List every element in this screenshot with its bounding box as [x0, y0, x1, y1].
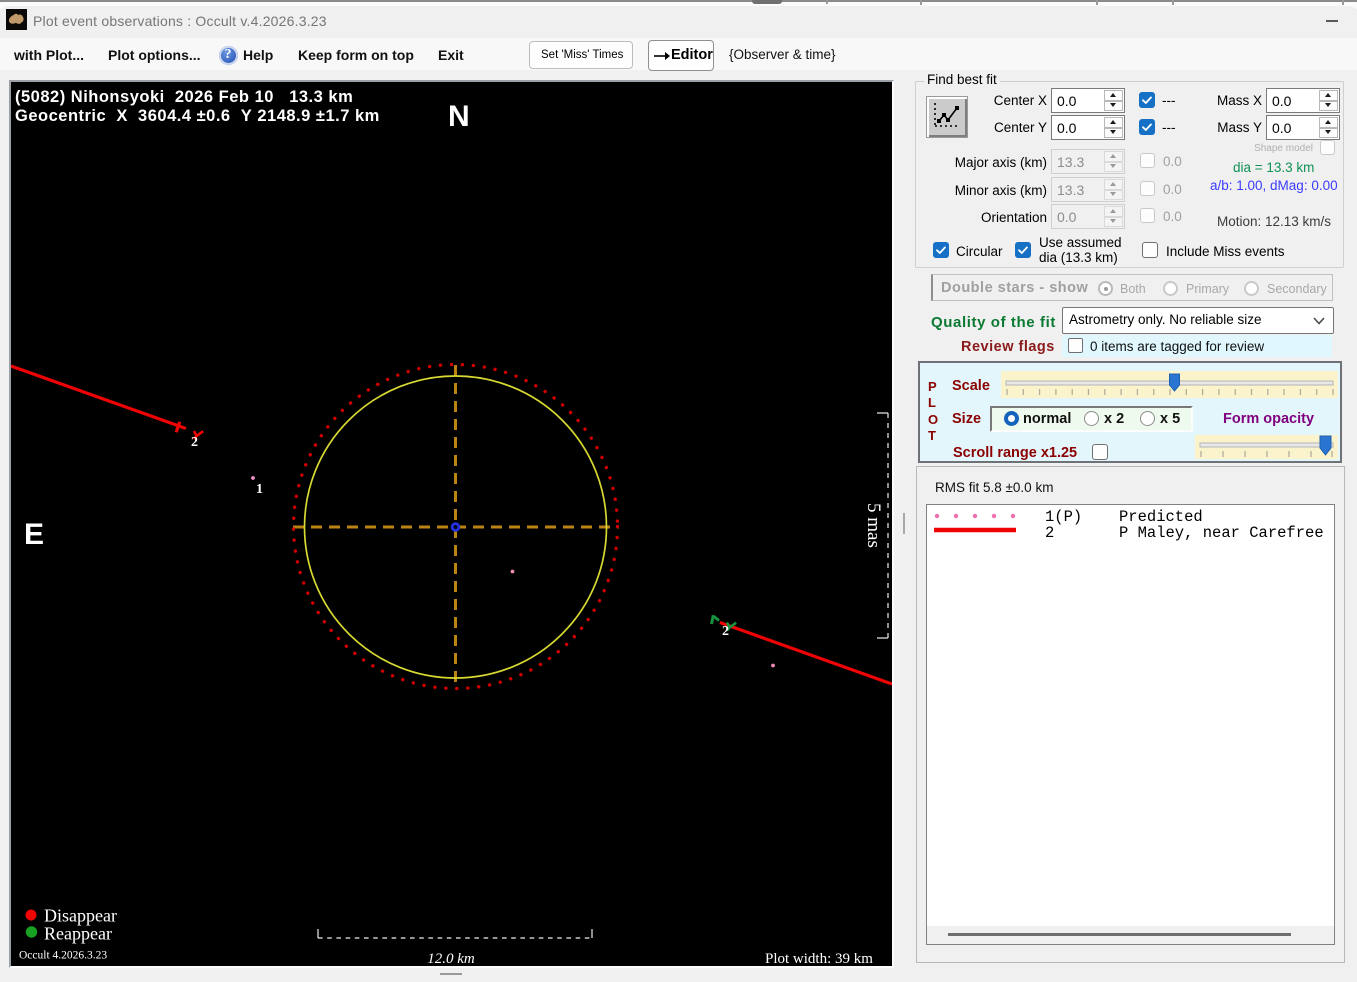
svg-text:12.0 km: 12.0 km	[427, 951, 475, 966]
svg-text:Disappear: Disappear	[44, 906, 117, 926]
svg-text:Reappear: Reappear	[44, 924, 112, 944]
svg-text:1: 1	[256, 482, 263, 497]
svg-text:2: 2	[722, 624, 729, 639]
svg-text:N: N	[448, 100, 470, 133]
svg-text:Occult 4.2026.3.23: Occult 4.2026.3.23	[19, 950, 107, 962]
svg-text:(5082) Nihonsyoki 2026 Feb 10: (5082) Nihonsyoki 2026 Feb 10 13.3 km	[15, 88, 353, 106]
svg-text:2: 2	[1045, 524, 1054, 542]
svg-text:5 mas: 5 mas	[863, 503, 884, 548]
svg-text:Plot width: 39 km: Plot width: 39 km	[765, 951, 873, 966]
svg-text:2: 2	[191, 435, 198, 450]
svg-text:E: E	[24, 518, 44, 551]
svg-text:P Maley, near Carefree: P Maley, near Carefree	[1119, 524, 1324, 542]
svg-text:Geocentric X 3604.4 ±0.6 Y: Geocentric X 3604.4 ±0.6 Y 2148.9 ±1.7 k…	[15, 107, 380, 125]
